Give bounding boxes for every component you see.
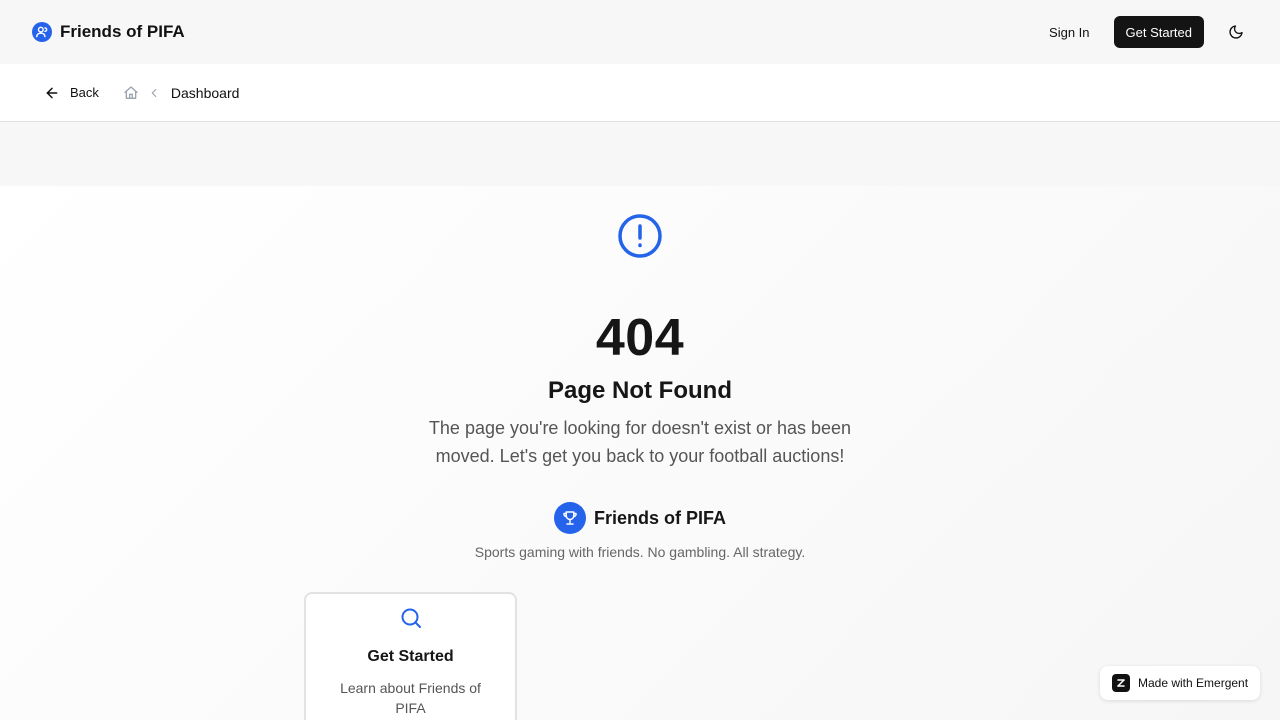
- home-icon[interactable]: [123, 85, 139, 101]
- made-with-emergent-badge[interactable]: Made with Emergent: [1100, 666, 1260, 700]
- brand-title: Friends of PIFA: [60, 22, 185, 41]
- breadcrumb-bar: Back Dashboard: [0, 64, 1280, 122]
- error-title: Page Not Found: [548, 377, 732, 404]
- card-description: Learn about Friends of PIFA: [340, 680, 481, 716]
- badge-text: Made with Emergent: [1138, 676, 1249, 690]
- get-started-card[interactable]: Get Started Learn about Friends of PIFA: [304, 592, 517, 720]
- alert-circle-icon: [617, 213, 663, 264]
- top-navbar: Friends of PIFA Sign In Get Started: [0, 0, 1280, 64]
- get-started-button[interactable]: Get Started: [1113, 16, 1204, 48]
- arrow-left-icon: [46, 87, 58, 98]
- error-description: The page you're looking for doesn't exis…: [428, 418, 852, 466]
- brand-block-title: Friends of PIFA: [593, 507, 726, 528]
- back-label: Back: [70, 85, 99, 100]
- breadcrumb-current: Dashboard: [170, 84, 240, 101]
- back-button[interactable]: Back: [44, 85, 99, 101]
- error-code: 404: [595, 309, 685, 367]
- chevron-left-icon: [151, 88, 157, 97]
- nav-actions: Sign In Get Started: [1037, 16, 1248, 48]
- brand-block: Friends of PIFA: [553, 502, 726, 534]
- breadcrumb: Dashboard: [123, 84, 240, 101]
- search-icon: [401, 608, 421, 628]
- emergent-logo-icon: [1112, 674, 1130, 692]
- not-found-panel: 404 Page Not Found The page you're looki…: [0, 186, 1280, 560]
- tagline: Sports gaming with friends. No gambling.…: [474, 544, 806, 560]
- moon-icon: [1229, 25, 1243, 39]
- users-icon: [32, 22, 52, 42]
- brand[interactable]: Friends of PIFA: [32, 22, 185, 42]
- main-content: 404 Page Not Found The page you're looki…: [0, 186, 1280, 720]
- trophy-icon: [553, 502, 586, 534]
- theme-toggle-button[interactable]: [1224, 20, 1248, 44]
- card-title: Get Started: [367, 648, 454, 665]
- sign-in-button[interactable]: Sign In: [1037, 17, 1101, 48]
